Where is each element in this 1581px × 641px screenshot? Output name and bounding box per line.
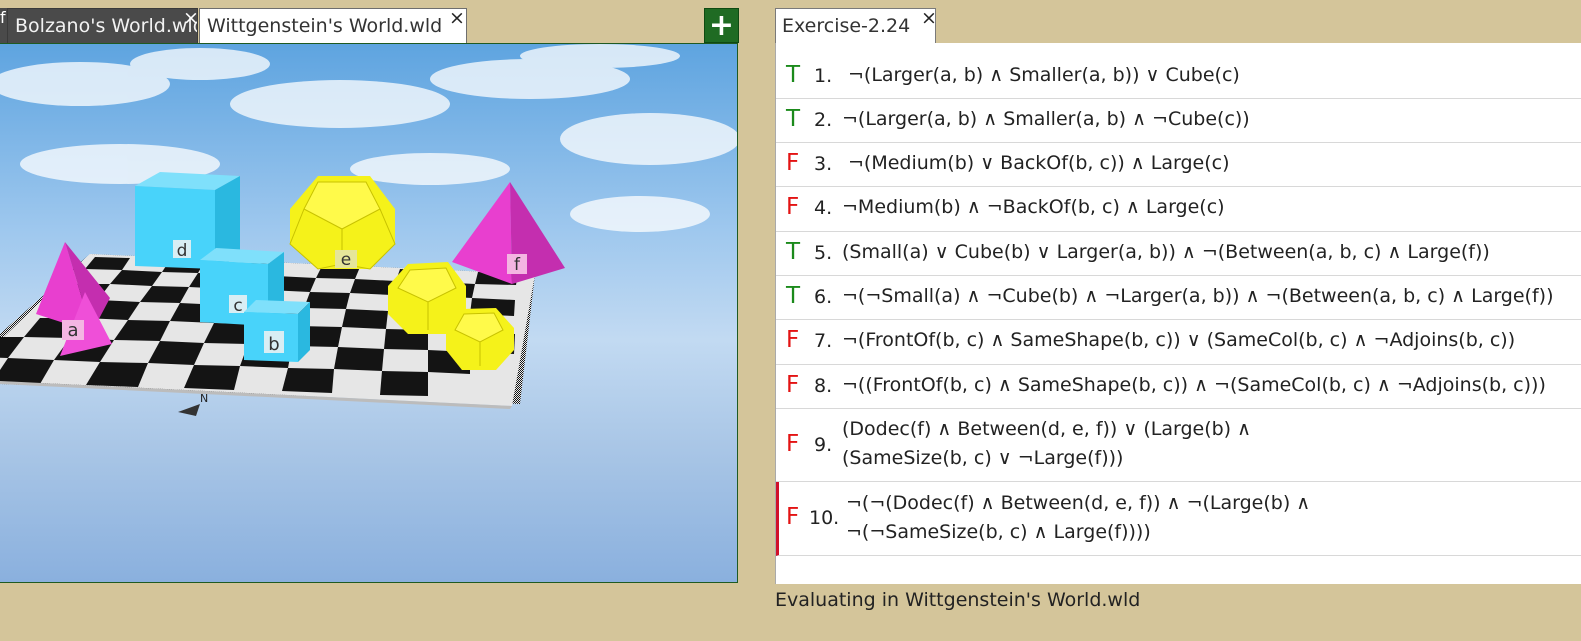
truth-value: F — [786, 504, 800, 530]
sentence-text: ¬(Larger(a, b) ∧ Smaller(a, b) ∧ ¬Cube(c… — [842, 108, 1250, 130]
label-c: c — [233, 296, 242, 316]
sentence-number: 7. — [814, 330, 833, 352]
sentence-text: ¬((FrontOf(b, c) ∧ SameShape(b, c)) ∧ ¬(… — [842, 374, 1546, 396]
tab-label: Exercise-2.24 — [782, 15, 911, 37]
sentence-number: 2. — [814, 109, 833, 131]
truth-value: F — [786, 372, 800, 398]
svg-text:N: N — [200, 392, 208, 405]
truth-value: F — [786, 194, 800, 220]
sentence-text-line-1: ¬(¬(Dodec(f) ∧ Between(d, e, f)) ∧ ¬(Lar… — [846, 492, 1311, 514]
truth-value: F — [786, 431, 800, 457]
truth-value: T — [786, 283, 801, 309]
label-e: e — [341, 250, 351, 270]
sentence-row-6[interactable]: T 6. ¬(¬Small(a) ∧ ¬Cube(b) ∧ ¬Larger(a,… — [776, 276, 1581, 320]
sentence-number: 4. — [814, 197, 833, 219]
sentence-text-line-2: (SameSize(b, c) ∨ ¬Large(f))) — [842, 447, 1124, 469]
truth-value: F — [786, 150, 800, 176]
status-text: Evaluating in Wittgenstein's World.wld — [775, 589, 1141, 611]
sentence-text: ¬(Larger(a, b) ∧ Smaller(a, b)) ∨ Cube(c… — [848, 64, 1240, 86]
sentence-number: 3. — [814, 153, 833, 175]
label-f: f — [514, 255, 521, 275]
tab-wittgenstein-world[interactable]: Wittgenstein's World.wld × — [199, 8, 467, 43]
sentence-text: ¬(FrontOf(b, c) ∧ SameShape(b, c)) ∨ (Sa… — [842, 329, 1516, 351]
sentence-row-2[interactable]: T 2. ¬(Larger(a, b) ∧ Smaller(a, b) ∧ ¬C… — [776, 99, 1581, 143]
tab-bolzano-world[interactable]: Bolzano's World.wld × — [7, 8, 198, 43]
sentence-row-4[interactable]: F 4. ¬Medium(b) ∧ ¬BackOf(b, c) ∧ Large(… — [776, 187, 1581, 232]
dodec-small[interactable] — [446, 308, 514, 370]
orientation-arrow-icon: N — [178, 392, 208, 416]
truth-value: F — [786, 327, 800, 353]
tab-label: Wittgenstein's World.wld — [207, 15, 443, 37]
sentence-number: 5. — [814, 242, 833, 264]
close-icon[interactable]: × — [449, 9, 465, 30]
pyramid-f[interactable]: f — [452, 182, 565, 284]
label-a: a — [67, 320, 78, 341]
sentence-number: 1. — [814, 65, 833, 87]
sentence-text: (Small(a) ∨ Cube(b) ∨ Larger(a, b)) ∧ ¬(… — [842, 241, 1490, 263]
truth-value: T — [786, 239, 801, 265]
sentence-row-7[interactable]: F 7. ¬(FrontOf(b, c) ∧ SameShape(b, c)) … — [776, 320, 1581, 365]
add-world-button[interactable]: + — [704, 8, 739, 43]
truth-value: T — [786, 62, 801, 88]
sentence-text: ¬Medium(b) ∧ ¬BackOf(b, c) ∧ Large(c) — [842, 196, 1225, 218]
sentence-number: 9. — [814, 434, 833, 456]
sentence-row-3[interactable]: F 3. ¬(Medium(b) ∨ BackOf(b, c)) ∧ Large… — [776, 143, 1581, 187]
sentence-row-9[interactable]: F 9. (Dodec(f) ∧ Between(d, e, f)) ∨ (La… — [776, 409, 1581, 482]
sentence-number: 10. — [809, 507, 840, 529]
sentence-row-8[interactable]: F 8. ¬((FrontOf(b, c) ∧ SameShape(b, c))… — [776, 365, 1581, 409]
tab-exercise[interactable]: Exercise-2.24 × — [775, 6, 937, 43]
truth-value: T — [786, 106, 801, 132]
close-icon[interactable]: × — [183, 9, 197, 30]
label-d: d — [177, 241, 188, 261]
sentence-text: ¬(Medium(b) ∨ BackOf(b, c)) ∧ Large(c) — [848, 152, 1230, 174]
label-b: b — [268, 334, 279, 355]
tab-label: Bolzano's World.wld — [15, 15, 198, 37]
close-icon[interactable]: × — [921, 6, 937, 30]
sentence-number: 6. — [814, 286, 833, 308]
sentence-number: 8. — [814, 375, 833, 397]
sentence-text: ¬(¬Small(a) ∧ ¬Cube(b) ∧ ¬Larger(a, b)) … — [842, 285, 1554, 307]
cube-b[interactable]: b — [244, 300, 310, 362]
sentence-row-5[interactable]: T 5. (Small(a) ∨ Cube(b) ∨ Larger(a, b))… — [776, 232, 1581, 276]
world-3d-view[interactable]: a d c b e f N — [0, 43, 738, 583]
sentence-text-line-2: ¬(¬SameSize(b, c) ∧ Large(f)))) — [846, 521, 1151, 543]
sentence-row-1[interactable]: T 1. ¬(Larger(a, b) ∧ Smaller(a, b)) ∨ C… — [776, 54, 1581, 99]
sentence-row-10-selected[interactable]: F 10. ¬(¬(Dodec(f) ∧ Between(d, e, f)) ∧… — [776, 482, 1581, 556]
dodec-e[interactable]: e — [289, 176, 396, 270]
sentence-text-line-1: (Dodec(f) ∧ Between(d, e, f)) ∨ (Large(b… — [842, 418, 1252, 440]
sentence-list: T 1. ¬(Larger(a, b) ∧ Smaller(a, b)) ∨ C… — [775, 43, 1581, 584]
